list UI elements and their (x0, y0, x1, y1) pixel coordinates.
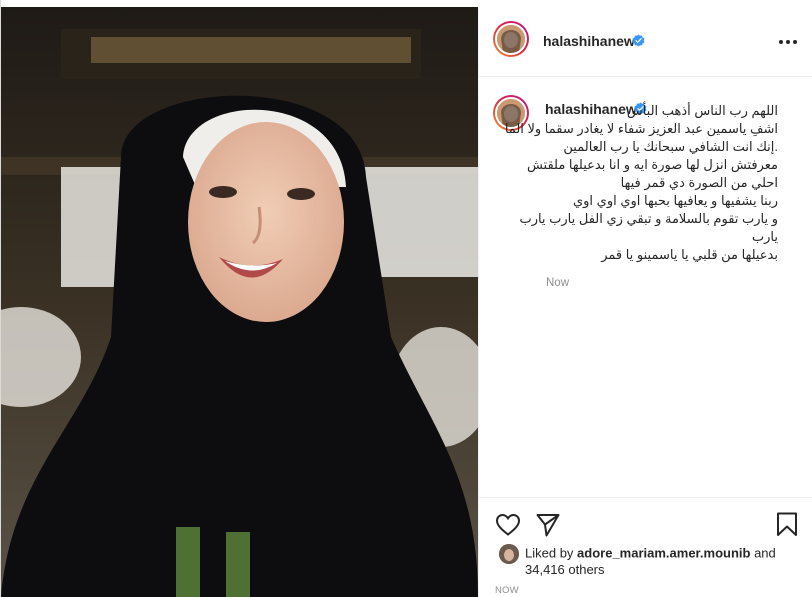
verified-badge-icon (632, 34, 645, 47)
post-timestamp[interactable]: NOW (495, 585, 519, 596)
caption-line: اشفِ ياسمين عبد العزيز شفاء لا يغادر سقم… (504, 121, 778, 136)
caption-line: بدعيلها من قلبي يا ياسمينو يا قمر (601, 247, 778, 262)
post-photo[interactable] (1, 7, 478, 597)
bookmark-icon[interactable] (774, 511, 800, 537)
share-icon[interactable] (535, 512, 561, 538)
instagram-post: halashihanew halashihanew اللهم رب الناس… (0, 0, 812, 597)
caption-line: .إنك انت الشافي سبحانك يا رب العالمين (563, 139, 778, 154)
post-details-pane: halashihanew halashihanew اللهم رب الناس… (478, 7, 812, 597)
caption-section: halashihanew اللهم رب الناس أذهب البأس ا… (479, 77, 812, 497)
profile-avatar[interactable] (493, 21, 529, 57)
actions-section: Liked by adore_mariam.amer.mounib and 34… (479, 497, 812, 597)
post-username[interactable]: halashihanew (543, 33, 635, 49)
caption-line: و يارب تقوم بالسلامة و تبقي زي الفل يارب… (519, 211, 778, 226)
likes-summary: Liked by adore_mariam.amer.mounib and (499, 544, 776, 564)
more-options-icon[interactable] (776, 29, 800, 53)
heart-icon[interactable] (495, 512, 521, 538)
caption-line: يارب (751, 229, 778, 244)
post-header: halashihanew (479, 7, 812, 77)
portrait-image (1, 7, 478, 597)
caption-text: اللهم رب الناس أذهب البأس اشفِ ياسمين عب… (504, 102, 778, 264)
caption-line: معرفتش انزل لها صورة ايه و انا بدعيلها م… (526, 157, 778, 172)
caption-timestamp[interactable]: Now (546, 277, 569, 289)
likes-count[interactable]: 34,416 others (525, 562, 605, 577)
caption-line: ربنا يشفيها و يعافيها بحبها اوي اوي اوي (572, 193, 778, 208)
caption-line: اللهم رب الناس أذهب البأس (626, 103, 778, 118)
liker-avatar[interactable] (499, 544, 519, 564)
liker-username[interactable]: adore_mariam.amer.mounib (577, 545, 750, 560)
liked-by-prefix: Liked by (525, 545, 578, 561)
liked-by-suffix: and (750, 545, 776, 561)
caption-line: احلي من الصورة دي قمر فيها (620, 175, 778, 190)
